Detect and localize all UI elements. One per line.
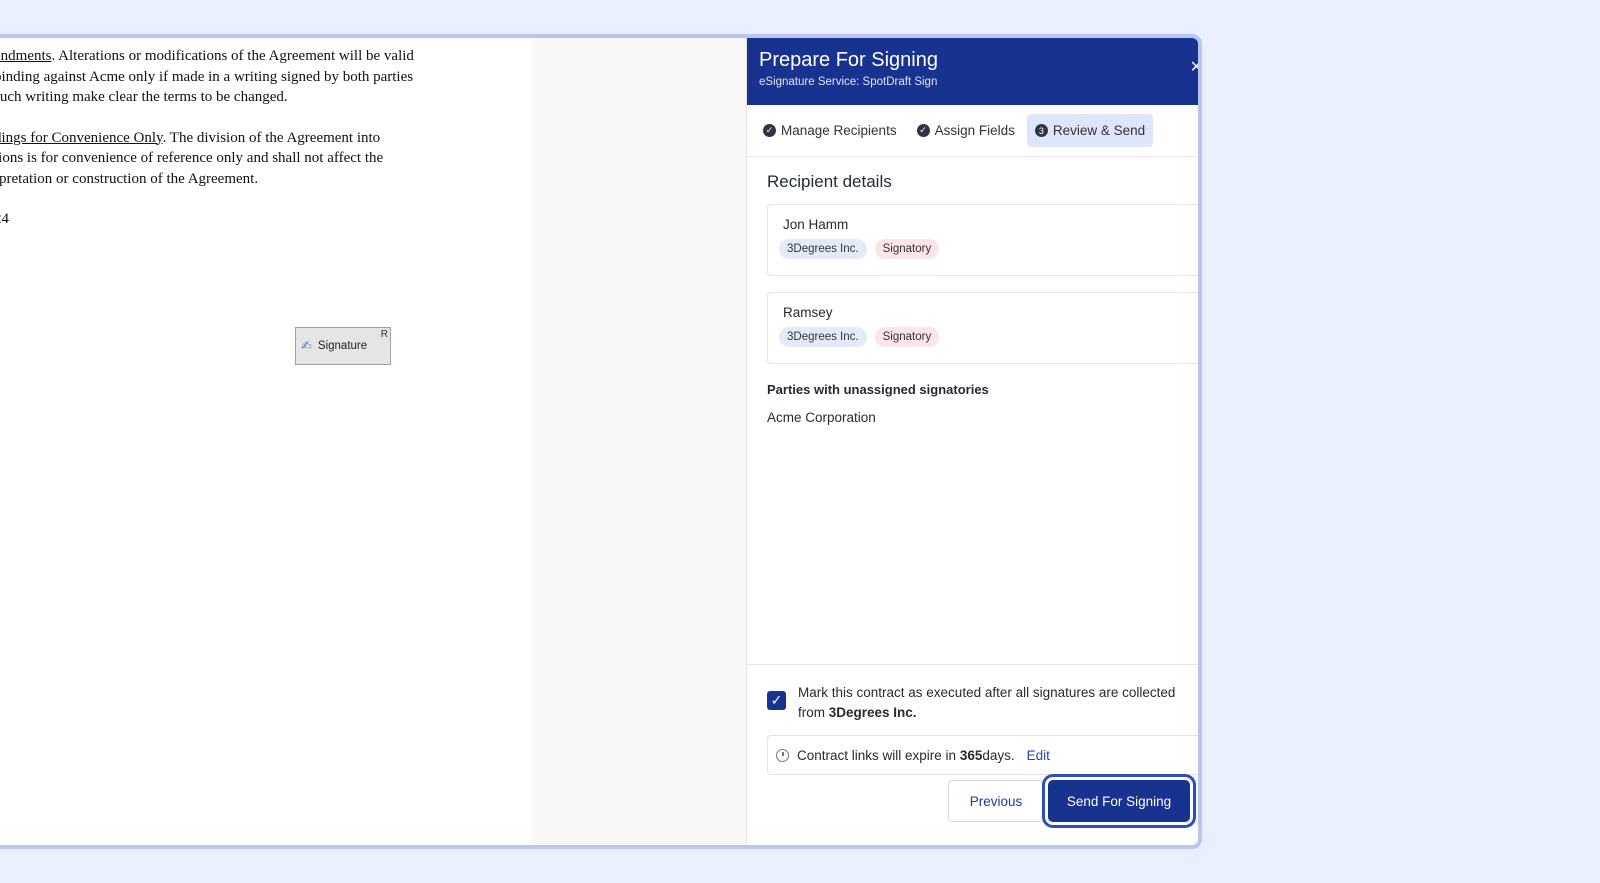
document-line: endments. Alterations or modifications o… xyxy=(0,46,524,67)
recipient-tags: 3Degrees Inc. Signatory xyxy=(779,239,1198,259)
clock-icon xyxy=(776,748,789,762)
recipient-name: Jon Hamm xyxy=(783,217,849,232)
check-circle-icon: ✓ xyxy=(916,124,930,137)
check-circle-icon: ✓ xyxy=(763,124,776,137)
document-line: such writing make clear the terms to be … xyxy=(0,89,288,105)
expiry-days: 365 xyxy=(959,747,983,763)
send-for-signing-button[interactable]: Send For Signing xyxy=(1048,780,1190,822)
recipient-card: Jon Hamm 3Degrees Inc. Signatory xyxy=(767,204,1198,276)
recipient-details-heading: Recipient details xyxy=(767,172,892,191)
recipient-name: Ramsey xyxy=(783,305,833,320)
unassigned-party: Acme Corporation xyxy=(767,410,876,425)
document-line: dings for Convenience Only. The division… xyxy=(0,128,524,149)
previous-button[interactable]: Previous xyxy=(948,780,1044,822)
document-line: tions is for convenience of reference on… xyxy=(0,150,384,166)
step-tabs: ✓ Manage Recipients ✓ Assign Fields 3 Re… xyxy=(747,105,1198,157)
document-line: rpretation or construction of the Agreem… xyxy=(0,170,259,187)
signature-icon: ✍ xyxy=(301,338,312,353)
execute-option-label: Mark this contract as executed after all… xyxy=(798,683,1187,723)
execute-company: 3Degrees Inc. xyxy=(828,705,917,720)
execute-option: ✓ Mark this contract as executed after a… xyxy=(767,683,1187,723)
link-expiry-row: Contract links will expire in 365 days. … xyxy=(767,735,1198,775)
app-window: endments. Alterations or modifications o… xyxy=(0,34,1202,849)
panel-header: Prepare For Signing eSignature Service: … xyxy=(747,38,1198,105)
expiry-prefix: Contract links will expire in xyxy=(797,747,957,763)
document-line: 24 xyxy=(0,211,9,227)
signature-field[interactable]: ✍ Signature R xyxy=(295,327,391,365)
document-text-span: . The division of the Agreement into xyxy=(162,129,381,146)
step-3-icon: 3 xyxy=(1034,124,1048,137)
document-text: endments. Alterations or modifications o… xyxy=(0,46,524,230)
tab-assign-fields[interactable]: ✓ Assign Fields xyxy=(909,114,1023,147)
prepare-signing-panel: Prepare For Signing eSignature Service: … xyxy=(747,38,1198,845)
role-badge: Signatory xyxy=(874,239,940,259)
role-badge: Signatory xyxy=(874,327,940,347)
unassigned-parties-heading: Parties with unassigned signatories xyxy=(767,382,989,397)
step-label: Review & Send xyxy=(1052,123,1146,138)
panel-footer: ✓ Mark this contract as executed after a… xyxy=(747,664,1198,845)
close-icon[interactable]: × xyxy=(1190,56,1198,79)
document-gutter xyxy=(532,38,747,845)
step-label: Manage Recipients xyxy=(781,123,897,138)
expiry-suffix: days. xyxy=(982,747,1015,763)
tab-manage-recipients[interactable]: ✓ Manage Recipients xyxy=(755,114,905,147)
document-text-span: . Alterations or modifications of the Ag… xyxy=(51,48,414,64)
document-viewer: endments. Alterations or modifications o… xyxy=(0,38,532,845)
document-line: binding against Acme only if made in a w… xyxy=(0,68,414,85)
execute-checkbox[interactable]: ✓ xyxy=(767,691,786,710)
tab-review-send[interactable]: 3 Review & Send xyxy=(1026,114,1154,147)
panel-subtitle: eSignature Service: SpotDraft Sign xyxy=(759,76,938,88)
signature-field-marker: R xyxy=(380,329,388,340)
step-label: Assign Fields xyxy=(934,123,1015,138)
company-badge: 3Degrees Inc. xyxy=(779,239,867,259)
recipient-tags: 3Degrees Inc. Signatory xyxy=(779,327,1198,347)
edit-expiry-link[interactable]: Edit xyxy=(1027,748,1050,763)
recipient-card: Ramsey 3Degrees Inc. Signatory xyxy=(767,292,1198,364)
document-heading: dings for Convenience Only xyxy=(0,129,163,146)
document-heading: endments xyxy=(0,48,52,64)
panel-title: Prepare For Signing xyxy=(759,49,938,71)
company-badge: 3Degrees Inc. xyxy=(779,327,867,347)
signature-field-label: Signature xyxy=(317,340,368,352)
